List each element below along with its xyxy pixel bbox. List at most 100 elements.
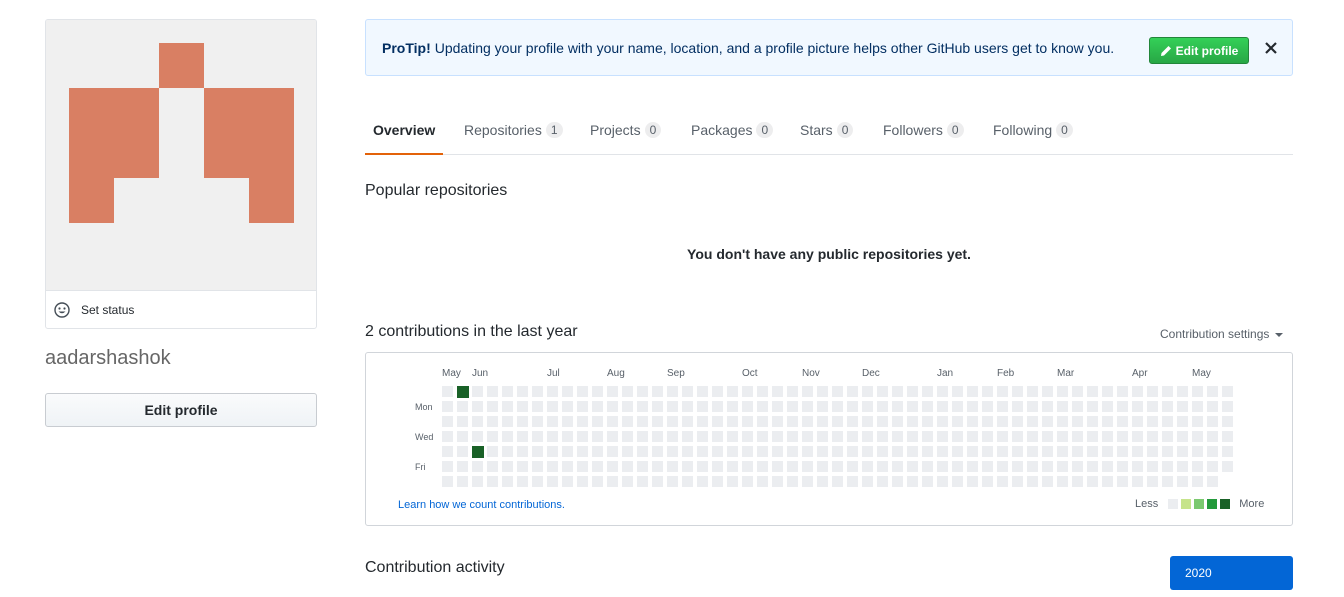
contribution-day[interactable] xyxy=(517,476,528,487)
contribution-day[interactable] xyxy=(1102,386,1113,397)
contribution-day[interactable] xyxy=(982,431,993,442)
contribution-day[interactable] xyxy=(502,431,513,442)
contribution-day[interactable] xyxy=(772,476,783,487)
contribution-day[interactable] xyxy=(682,476,693,487)
contribution-day[interactable] xyxy=(832,401,843,412)
contribution-day[interactable] xyxy=(1147,386,1158,397)
contribution-day[interactable] xyxy=(832,416,843,427)
contribution-day[interactable] xyxy=(1057,401,1068,412)
contribution-day[interactable] xyxy=(712,476,723,487)
contribution-day[interactable] xyxy=(562,476,573,487)
contribution-day[interactable] xyxy=(1057,386,1068,397)
tab-stars[interactable]: Stars 0 xyxy=(800,106,854,154)
contribution-day[interactable] xyxy=(517,461,528,472)
contribution-day[interactable] xyxy=(1222,401,1233,412)
contribution-day[interactable] xyxy=(1057,416,1068,427)
contribution-day[interactable] xyxy=(817,476,828,487)
contribution-day[interactable] xyxy=(727,461,738,472)
contribution-day[interactable] xyxy=(832,431,843,442)
contribution-day[interactable] xyxy=(802,476,813,487)
contribution-day[interactable] xyxy=(922,416,933,427)
contribution-day[interactable] xyxy=(652,446,663,457)
contribution-day[interactable] xyxy=(742,416,753,427)
contribution-day[interactable] xyxy=(532,416,543,427)
contribution-day[interactable] xyxy=(1027,401,1038,412)
contribution-day[interactable] xyxy=(577,446,588,457)
contribution-day[interactable] xyxy=(1222,386,1233,397)
contribution-day[interactable] xyxy=(562,386,573,397)
contribution-day[interactable] xyxy=(1102,416,1113,427)
contribution-day[interactable] xyxy=(637,416,648,427)
contribution-day[interactable] xyxy=(982,461,993,472)
contribution-day[interactable] xyxy=(472,401,483,412)
contribution-day[interactable] xyxy=(487,476,498,487)
learn-contributions-link[interactable]: Learn how we count contributions. xyxy=(398,499,565,511)
contribution-day[interactable] xyxy=(1147,416,1158,427)
contribution-settings-dropdown[interactable]: Contribution settings xyxy=(1160,327,1283,341)
contribution-day[interactable] xyxy=(952,446,963,457)
contribution-day[interactable] xyxy=(622,386,633,397)
contribution-day[interactable] xyxy=(847,461,858,472)
contribution-day[interactable] xyxy=(1177,446,1188,457)
contribution-day[interactable] xyxy=(472,446,484,458)
contribution-day[interactable] xyxy=(442,431,453,442)
contribution-day[interactable] xyxy=(1072,386,1083,397)
contribution-day[interactable] xyxy=(862,461,873,472)
contribution-day[interactable] xyxy=(922,431,933,442)
tab-repositories[interactable]: Repositories 1 xyxy=(464,106,563,154)
contribution-day[interactable] xyxy=(607,476,618,487)
contribution-day[interactable] xyxy=(547,401,558,412)
contribution-day[interactable] xyxy=(1192,476,1203,487)
contribution-day[interactable] xyxy=(502,416,513,427)
contribution-day[interactable] xyxy=(892,476,903,487)
contribution-day[interactable] xyxy=(742,431,753,442)
contribution-day[interactable] xyxy=(652,386,663,397)
contribution-day[interactable] xyxy=(892,401,903,412)
contribution-day[interactable] xyxy=(862,431,873,442)
contribution-day[interactable] xyxy=(877,446,888,457)
contribution-day[interactable] xyxy=(607,446,618,457)
contribution-day[interactable] xyxy=(832,476,843,487)
contribution-day[interactable] xyxy=(682,401,693,412)
contribution-day[interactable] xyxy=(577,476,588,487)
contribution-day[interactable] xyxy=(862,446,873,457)
contribution-day[interactable] xyxy=(1147,431,1158,442)
contribution-day[interactable] xyxy=(1147,446,1158,457)
contribution-day[interactable] xyxy=(1177,401,1188,412)
contribution-day[interactable] xyxy=(1207,386,1218,397)
contribution-day[interactable] xyxy=(922,476,933,487)
contribution-day[interactable] xyxy=(757,461,768,472)
contribution-day[interactable] xyxy=(1177,431,1188,442)
contribution-day[interactable] xyxy=(937,401,948,412)
contribution-day[interactable] xyxy=(607,416,618,427)
contribution-day[interactable] xyxy=(1102,446,1113,457)
contribution-day[interactable] xyxy=(487,401,498,412)
contribution-day[interactable] xyxy=(532,446,543,457)
contribution-day[interactable] xyxy=(697,416,708,427)
contribution-day[interactable] xyxy=(802,461,813,472)
contribution-day[interactable] xyxy=(772,416,783,427)
contribution-day[interactable] xyxy=(577,401,588,412)
contribution-day[interactable] xyxy=(937,476,948,487)
contribution-day[interactable] xyxy=(562,461,573,472)
contribution-day[interactable] xyxy=(1042,431,1053,442)
contribution-day[interactable] xyxy=(997,401,1008,412)
contribution-day[interactable] xyxy=(1072,416,1083,427)
contribution-day[interactable] xyxy=(1207,476,1218,487)
contribution-day[interactable] xyxy=(682,386,693,397)
contribution-day[interactable] xyxy=(547,461,558,472)
contribution-day[interactable] xyxy=(592,446,603,457)
contribution-day[interactable] xyxy=(1207,401,1218,412)
contribution-day[interactable] xyxy=(757,386,768,397)
contribution-day[interactable] xyxy=(892,431,903,442)
contribution-day[interactable] xyxy=(847,476,858,487)
contribution-day[interactable] xyxy=(712,461,723,472)
contribution-day[interactable] xyxy=(967,431,978,442)
contribution-day[interactable] xyxy=(1102,401,1113,412)
contribution-day[interactable] xyxy=(517,401,528,412)
contribution-day[interactable] xyxy=(1207,431,1218,442)
contribution-day[interactable] xyxy=(787,446,798,457)
contribution-day[interactable] xyxy=(667,401,678,412)
contribution-day[interactable] xyxy=(772,386,783,397)
contribution-day[interactable] xyxy=(832,386,843,397)
